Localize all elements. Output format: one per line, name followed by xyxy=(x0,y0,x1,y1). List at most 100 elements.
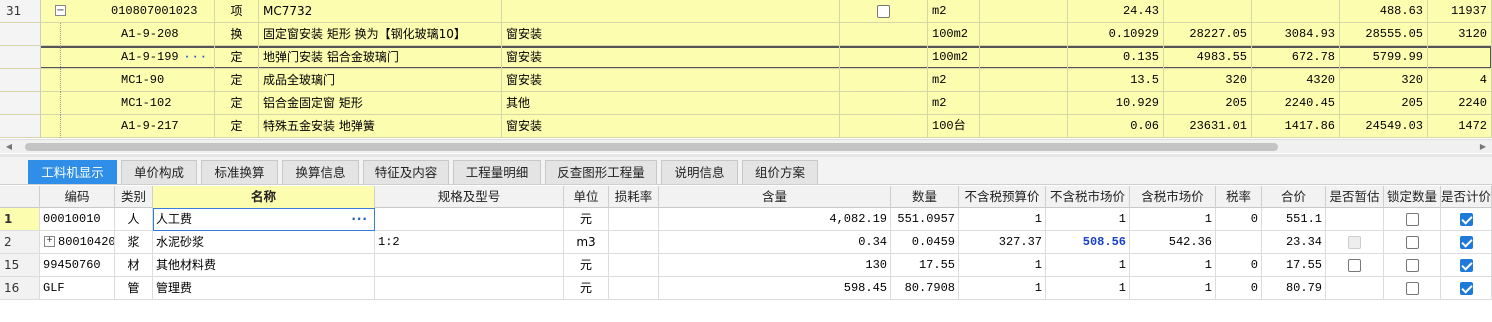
column-header-unit[interactable]: 单位 xyxy=(564,186,609,208)
more-options-icon[interactable]: ··· xyxy=(351,208,368,230)
tax-market-price-cell[interactable]: 542.36 xyxy=(1130,231,1216,254)
column-header-tax-rate[interactable]: 税率 xyxy=(1216,186,1262,208)
is-priced-cell[interactable] xyxy=(1441,254,1492,277)
top-table-row[interactable]: A1-9-199 ··· 定 地弹门安装 铝合金玻璃门 窗安装 100m2 0.135 498… xyxy=(0,46,1492,69)
is-priced-checkbox[interactable] xyxy=(1459,259,1473,272)
tax-rate-cell[interactable]: 0 xyxy=(1216,277,1262,300)
loss-rate-cell[interactable] xyxy=(609,231,659,254)
spec-cell[interactable] xyxy=(375,208,564,231)
is-estimate-checkbox[interactable] xyxy=(1348,259,1361,272)
unit-cell[interactable]: m3 xyxy=(564,231,609,254)
column-header-category[interactable]: 类别 xyxy=(115,186,153,208)
name-cell[interactable]: 其他材料费 xyxy=(153,254,375,277)
market-price-cell[interactable]: 508.56 xyxy=(1046,231,1130,254)
name-cell[interactable]: 特殊五金安装 地弹簧 xyxy=(259,115,502,138)
quantity-cell[interactable]: 17.55 xyxy=(891,254,959,277)
tab-5[interactable]: 特征及内容 xyxy=(363,160,449,184)
tab-6[interactable]: 工程量明细 xyxy=(453,160,541,184)
unit-cell[interactable]: 元 xyxy=(564,277,609,300)
column-header-is-estimate[interactable]: 是否暂估 xyxy=(1326,186,1384,208)
checkbox-cell[interactable] xyxy=(840,0,928,23)
checkbox-cell[interactable] xyxy=(840,46,928,69)
is-estimate-cell[interactable] xyxy=(1326,277,1384,300)
name-cell[interactable]: 成品全玻璃门 xyxy=(259,69,502,92)
name-cell[interactable]: 地弹门安装 铝合金玻璃门 xyxy=(259,46,502,69)
loss-rate-cell[interactable] xyxy=(609,208,659,231)
is-priced-cell[interactable] xyxy=(1441,277,1492,300)
content-cell[interactable]: 130 xyxy=(659,254,891,277)
name-cell[interactable]: 管理费 xyxy=(153,277,375,300)
is-priced-cell[interactable] xyxy=(1441,208,1492,231)
top-table-row[interactable]: A1-9-208 换 固定窗安装 矩形 换为【钢化玻璃10】 窗安装 100m2 0.10… xyxy=(0,23,1492,46)
lock-quantity-cell[interactable] xyxy=(1384,208,1441,231)
name-cell[interactable]: MC7732 xyxy=(259,0,502,23)
tax-market-price-cell[interactable]: 1 xyxy=(1130,277,1216,300)
content-cell[interactable]: 0.34 xyxy=(659,231,891,254)
checkbox-cell[interactable] xyxy=(840,115,928,138)
resource-row[interactable]: 15 99450760 材 其他材料费 元 130 17.55 1 1 1 0 17.55 xyxy=(0,254,1492,277)
resource-row[interactable]: 1 00010010 人 人工费 ··· 元 4,082.19 551.0957 1 1 1 0 551… xyxy=(0,208,1492,231)
row-checkbox[interactable] xyxy=(877,5,890,18)
is-priced-cell[interactable] xyxy=(1441,231,1492,254)
unit-cell[interactable]: 元 xyxy=(564,208,609,231)
unit-cell[interactable]: 元 xyxy=(564,254,609,277)
tax-rate-cell[interactable]: 0 xyxy=(1216,254,1262,277)
column-header-budget-price[interactable]: 不含税预算价 xyxy=(959,186,1046,208)
tab-4[interactable]: 换算信息 xyxy=(282,160,359,184)
column-header-content[interactable]: 含量 xyxy=(659,186,891,208)
column-header-spec[interactable]: 规格及型号 xyxy=(375,186,564,208)
column-header-is-priced[interactable]: 是否计价 xyxy=(1441,186,1492,208)
loss-rate-cell[interactable] xyxy=(609,254,659,277)
checkbox-cell[interactable] xyxy=(840,69,928,92)
resource-row[interactable]: 16 GLF 管 管理费 元 598.45 80.7908 1 1 1 0 80.79 xyxy=(0,277,1492,300)
horizontal-scrollbar[interactable]: ◀ ▶ xyxy=(0,139,1492,153)
checkbox-cell[interactable] xyxy=(840,23,928,46)
top-table-row[interactable]: MC1-102 定 铝合金固定窗 矩形 其他 m2 10.929 205 2240.45 205… xyxy=(0,92,1492,115)
loss-rate-cell[interactable] xyxy=(609,277,659,300)
is-priced-checkbox[interactable] xyxy=(1459,213,1473,226)
is-priced-checkbox[interactable] xyxy=(1459,236,1473,249)
lock-quantity-checkbox[interactable] xyxy=(1405,236,1419,249)
tab-1[interactable]: 工料机显示 xyxy=(28,160,117,184)
column-header-quantity[interactable]: 数量 xyxy=(891,186,959,208)
market-price-cell[interactable]: 1 xyxy=(1046,254,1130,277)
tab-8[interactable]: 说明信息 xyxy=(661,160,738,184)
is-priced-checkbox[interactable] xyxy=(1459,282,1473,295)
lock-quantity-checkbox[interactable] xyxy=(1405,259,1419,272)
tab-3[interactable]: 标准换算 xyxy=(201,160,278,184)
scroll-right-icon[interactable]: ▶ xyxy=(1478,142,1488,152)
column-header-name[interactable]: 名称 xyxy=(153,186,375,208)
quantity-cell[interactable]: 80.7908 xyxy=(891,277,959,300)
scrollbar-thumb[interactable] xyxy=(25,143,1278,151)
tax-market-price-cell[interactable]: 1 xyxy=(1130,208,1216,231)
spec-cell[interactable] xyxy=(375,277,564,300)
resource-row[interactable]: 2 +80010420 浆 水泥砂浆 1:2 m3 0.34 0.0459 327.37 508.… xyxy=(0,231,1492,254)
collapse-icon[interactable]: − xyxy=(55,5,66,16)
lock-quantity-cell[interactable] xyxy=(1384,277,1441,300)
is-estimate-cell[interactable] xyxy=(1326,208,1384,231)
name-cell[interactable]: 人工费 ··· xyxy=(153,208,375,231)
expand-icon[interactable]: + xyxy=(44,236,55,248)
column-header-tax-market-price[interactable]: 含税市场价 xyxy=(1130,186,1216,208)
tax-rate-cell[interactable] xyxy=(1216,231,1262,254)
column-header-market-price[interactable]: 不含税市场价 xyxy=(1046,186,1130,208)
name-cell[interactable]: 铝合金固定窗 矩形 xyxy=(259,92,502,115)
content-cell[interactable]: 598.45 xyxy=(659,277,891,300)
name-cell[interactable]: 水泥砂浆 xyxy=(153,231,375,254)
name-cell[interactable]: 固定窗安装 矩形 换为【钢化玻璃10】 xyxy=(259,23,502,46)
checkbox-cell[interactable] xyxy=(840,92,928,115)
column-header-code[interactable]: 编码 xyxy=(40,186,115,208)
content-cell[interactable]: 4,082.19 xyxy=(659,208,891,231)
top-table-row[interactable]: 31 010807001023 − 项 MC7732 m2 24.43 488.63 11937 xyxy=(0,0,1492,23)
more-options-icon[interactable]: ··· xyxy=(183,46,208,68)
column-header-total[interactable]: 合价 xyxy=(1262,186,1326,208)
spec-cell[interactable]: 1:2 xyxy=(375,231,564,254)
tab-9[interactable]: 组价方案 xyxy=(742,160,818,184)
market-price-cell[interactable]: 1 xyxy=(1046,277,1130,300)
top-table-row[interactable]: A1-9-217 定 特殊五金安装 地弹簧 窗安装 100台 0.06 23631.01 14… xyxy=(0,115,1492,138)
market-price-cell[interactable]: 1 xyxy=(1046,208,1130,231)
quantity-cell[interactable]: 551.0957 xyxy=(891,208,959,231)
top-table-row[interactable]: MC1-90 定 成品全玻璃门 窗安装 m2 13.5 320 4320 320 4 xyxy=(0,69,1492,92)
quantity-cell[interactable]: 0.0459 xyxy=(891,231,959,254)
column-header-lock-quantity[interactable]: 锁定数量 xyxy=(1384,186,1441,208)
